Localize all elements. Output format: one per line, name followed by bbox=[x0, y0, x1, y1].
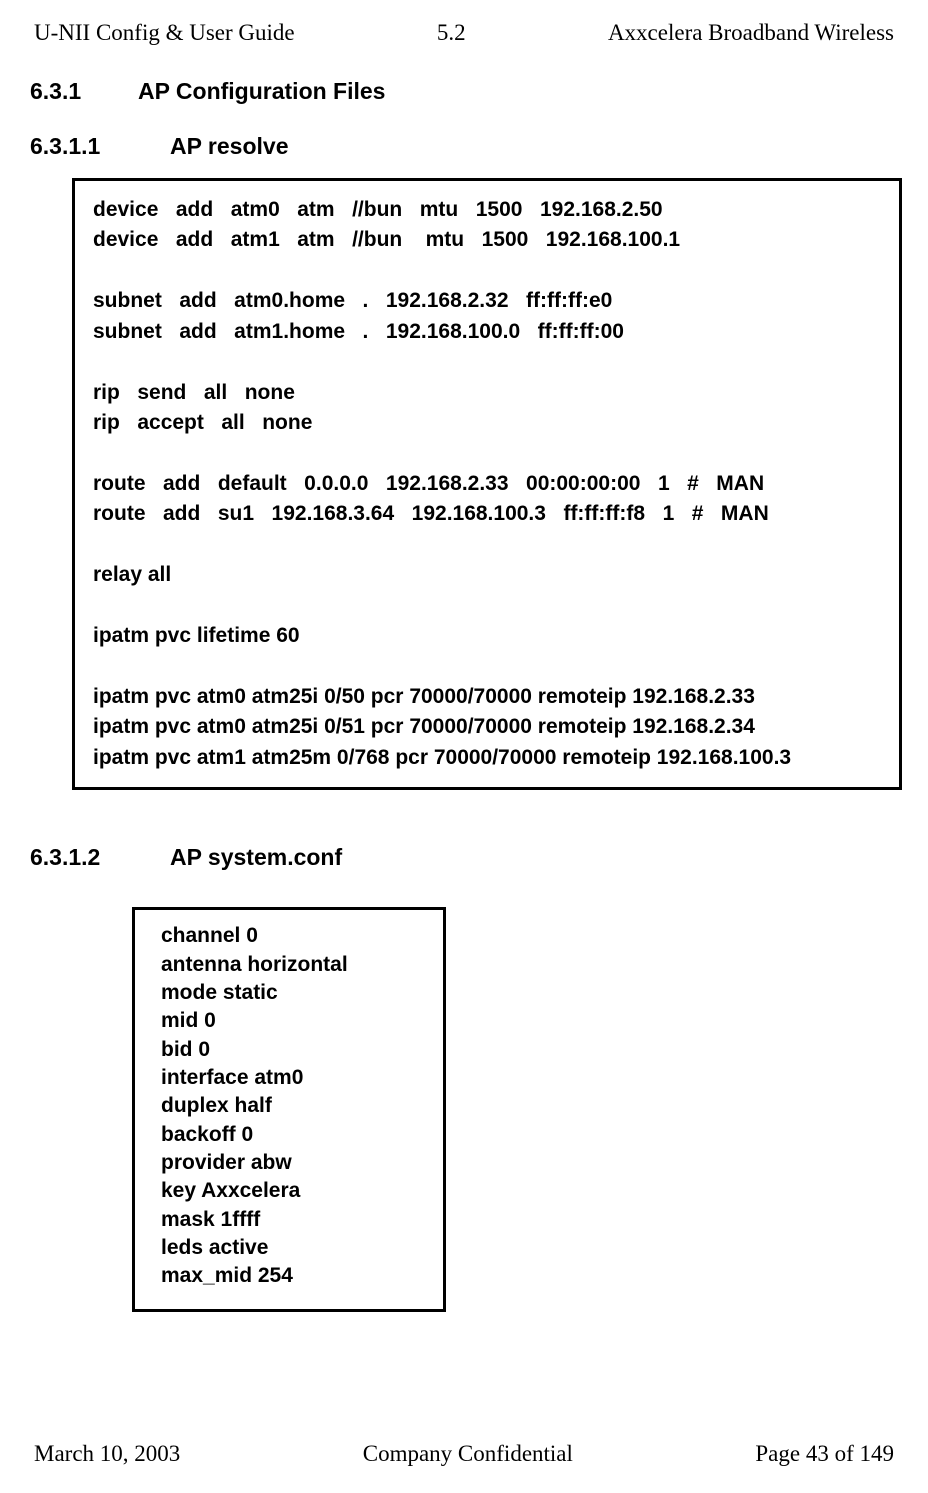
header-left: U-NII Config & User Guide bbox=[34, 20, 295, 46]
ap-systemconf-code-block: channel 0 antenna horizontal mode static… bbox=[132, 907, 446, 1311]
heading-title: AP Configuration Files bbox=[138, 78, 385, 104]
heading-6-3-1: 6.3.1AP Configuration Files bbox=[30, 78, 898, 105]
footer-confidential: Company Confidential bbox=[363, 1441, 573, 1467]
heading-number: 6.3.1.2 bbox=[30, 844, 170, 871]
header-center: 5.2 bbox=[437, 20, 466, 46]
page-header: U-NII Config & User Guide 5.2 Axxcelera … bbox=[30, 20, 898, 46]
footer-date: March 10, 2003 bbox=[34, 1441, 180, 1467]
ap-resolve-code-block: device add atm0 atm //bun mtu 1500 192.1… bbox=[72, 178, 902, 790]
heading-number: 6.3.1 bbox=[30, 78, 138, 105]
heading-title: AP system.conf bbox=[170, 844, 342, 870]
footer-page-number: Page 43 of 149 bbox=[755, 1441, 894, 1467]
header-right: Axxcelera Broadband Wireless bbox=[608, 20, 894, 46]
heading-6-3-1-1: 6.3.1.1AP resolve bbox=[30, 133, 898, 160]
heading-number: 6.3.1.1 bbox=[30, 133, 170, 160]
heading-6-3-1-2: 6.3.1.2AP system.conf bbox=[30, 844, 898, 871]
page-footer: March 10, 2003 Company Confidential Page… bbox=[30, 1441, 898, 1467]
heading-title: AP resolve bbox=[170, 133, 288, 159]
